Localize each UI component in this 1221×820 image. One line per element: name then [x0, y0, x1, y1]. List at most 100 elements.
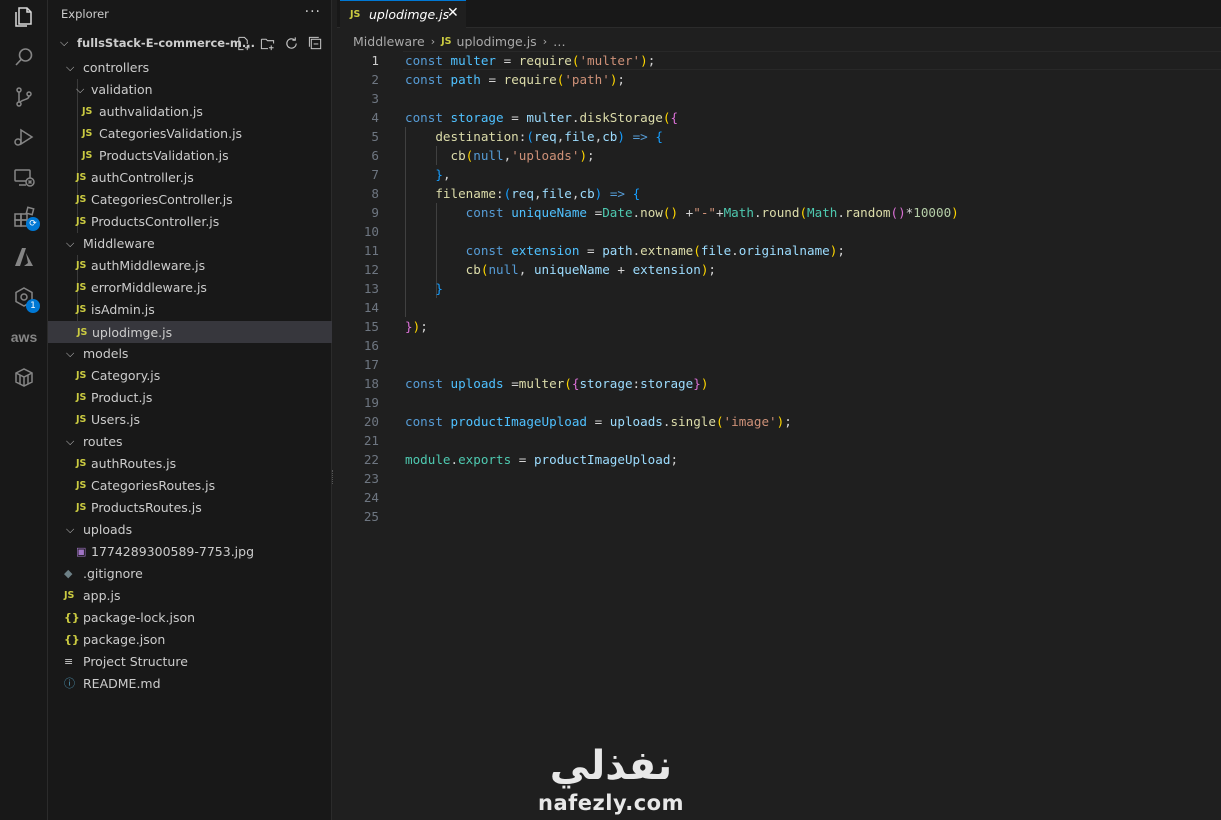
js-file-icon: JS	[82, 128, 93, 139]
code-text: const uniqueName =Date.now() +"-"+Math.r…	[465, 205, 959, 220]
line-number: 18	[363, 376, 379, 391]
breadcrumb-folder[interactable]: Middleware	[353, 34, 425, 49]
code-line[interactable]: 14	[337, 298, 1221, 317]
tree-file[interactable]: JS authvalidation.js	[48, 101, 332, 123]
code-line[interactable]: 12 cb(null, uniqueName + extension);	[337, 260, 1221, 279]
code-line[interactable]: 22 module.exports = productImageUpload;	[337, 450, 1221, 469]
sync-badge: ⟳	[26, 217, 40, 231]
project-folder-header[interactable]: ⌵ fullsStack-E-commerce-m...	[48, 33, 332, 55]
tree-file[interactable]: JS Users.js	[48, 409, 332, 431]
code-line[interactable]: 10	[337, 222, 1221, 241]
js-file-icon: JS	[76, 414, 87, 425]
tree-file[interactable]: ◆ .gitignore	[48, 563, 332, 585]
code-editor[interactable]: 1 const multer = require('multer'); 2 const…	[337, 51, 1221, 526]
tree-file[interactable]: JS CategoriesController.js	[48, 189, 332, 211]
extensions-icon[interactable]: ⟳	[0, 197, 48, 237]
tree-file[interactable]: {} package-lock.json	[48, 607, 332, 629]
code-line[interactable]: 21	[337, 431, 1221, 450]
js-file-icon: JS	[76, 194, 87, 205]
tree-file[interactable]: JS authController.js	[48, 167, 332, 189]
code-line[interactable]: 20 const productImageUpload = uploads.sin…	[337, 412, 1221, 431]
git-file-icon: ◆	[64, 567, 73, 580]
tree-file[interactable]: ⓘ README.md	[48, 673, 332, 695]
explorer-icon[interactable]	[0, 0, 48, 37]
line-number: 16	[363, 338, 379, 353]
code-line[interactable]: 8 filename:(req,file,cb) => {	[337, 184, 1221, 203]
tree-file[interactable]: JS CategoriesRoutes.js	[48, 475, 332, 497]
search-icon[interactable]	[0, 37, 48, 77]
tree-file[interactable]: JS ProductsController.js	[48, 211, 332, 233]
tree-folder[interactable]: ⌵ uploads	[48, 519, 332, 541]
container-icon[interactable]	[0, 357, 48, 397]
js-file-icon: JS	[76, 480, 87, 491]
tab-uplodimge[interactable]: JS uplodimge.js ✕	[340, 0, 466, 28]
extension-badge-icon[interactable]: 1	[0, 277, 48, 317]
tree-folder[interactable]: ⌵ controllers	[48, 57, 332, 79]
source-control-icon[interactable]	[0, 77, 48, 117]
code-text: const productImageUpload = uploads.singl…	[405, 414, 792, 429]
tree-file[interactable]: JS Category.js	[48, 365, 332, 387]
new-file-icon[interactable]	[235, 35, 252, 52]
tree-item-label: authController.js	[91, 170, 194, 185]
tree-file[interactable]: JS uplodimge.js	[48, 321, 332, 343]
line-number: 7	[371, 167, 379, 182]
line-number: 12	[363, 262, 379, 277]
code-line[interactable]: 3	[337, 89, 1221, 108]
tree-file[interactable]: ≡ Project Structure	[48, 651, 332, 673]
tree-file[interactable]: JS authRoutes.js	[48, 453, 332, 475]
new-folder-icon[interactable]	[259, 35, 276, 52]
tree-item-label: uplodimge.js	[92, 325, 173, 340]
code-line[interactable]: 24	[337, 488, 1221, 507]
code-line[interactable]: 18 const uploads =multer({storage:storage…	[337, 374, 1221, 393]
code-line[interactable]: 15});	[337, 317, 1221, 336]
tree-file[interactable]: JS ProductsValidation.js	[48, 145, 332, 167]
line-number: 25	[363, 509, 379, 524]
chevron-down-icon: ⌵	[66, 61, 75, 74]
tree-item-label: ProductsController.js	[91, 214, 220, 229]
code-line[interactable]: 11 const extension = path.extname(file.o…	[337, 241, 1221, 260]
editor-area: JS uplodimge.js ✕ Middleware › JS uplodi…	[337, 0, 1221, 820]
code-line[interactable]: 5 destination:(req,file,cb) => {	[337, 127, 1221, 146]
tree-file[interactable]: JS Product.js	[48, 387, 332, 409]
collapse-all-icon[interactable]	[307, 35, 324, 52]
tree-file[interactable]: JS authMiddleware.js	[48, 255, 332, 277]
tree-file[interactable]: JS ProductsRoutes.js	[48, 497, 332, 519]
line-number: 6	[371, 148, 379, 163]
tree-file[interactable]: JS errorMiddleware.js	[48, 277, 332, 299]
more-actions-icon[interactable]: ···	[305, 4, 321, 20]
code-line[interactable]: 7 },	[337, 165, 1221, 184]
chevron-down-icon: ⌵	[60, 36, 69, 49]
code-line[interactable]: 25	[337, 507, 1221, 526]
sidebar-resize-handle[interactable]	[332, 470, 336, 484]
code-line[interactable]: 9 const uniqueName =Date.now() +"-"+Math…	[337, 203, 1221, 222]
tree-item-label: authvalidation.js	[99, 104, 203, 119]
tree-file[interactable]: JS CategoriesValidation.js	[48, 123, 332, 145]
code-line[interactable]: 6 cb(null,'uploads');	[337, 146, 1221, 165]
tree-folder[interactable]: ⌵ validation	[48, 79, 332, 101]
line-number: 11	[363, 243, 379, 258]
code-line[interactable]: 4 const storage = multer.diskStorage({	[337, 108, 1221, 127]
code-line[interactable]: 2 const path = require('path');	[337, 70, 1221, 89]
tree-folder[interactable]: ⌵ Middleware	[48, 233, 332, 255]
code-line[interactable]: 17	[337, 355, 1221, 374]
tree-file[interactable]: JS app.js	[48, 585, 332, 607]
tree-file[interactable]: JS isAdmin.js	[48, 299, 332, 321]
tree-file[interactable]: {} package.json	[48, 629, 332, 651]
remote-explorer-icon[interactable]	[0, 157, 48, 197]
code-line[interactable]: 19	[337, 393, 1221, 412]
code-line[interactable]: 13 }	[337, 279, 1221, 298]
tree-folder[interactable]: ⌵ models	[48, 343, 332, 365]
breadcrumb-symbols[interactable]: …	[553, 34, 566, 49]
chevron-down-icon: ⌵	[76, 83, 85, 96]
code-line[interactable]: 1 const multer = require('multer');	[337, 51, 1221, 70]
refresh-icon[interactable]	[283, 35, 300, 52]
code-line[interactable]: 23	[337, 469, 1221, 488]
tree-folder[interactable]: ⌵ routes	[48, 431, 332, 453]
azure-icon[interactable]	[0, 237, 48, 277]
breadcrumb-file[interactable]: uplodimge.js	[457, 34, 537, 49]
code-line[interactable]: 16	[337, 336, 1221, 355]
run-debug-icon[interactable]	[0, 117, 48, 157]
close-icon[interactable]: ✕	[447, 5, 459, 21]
tree-file[interactable]: ▣ 1774289300589-7753.jpg	[48, 541, 332, 563]
aws-icon[interactable]: aws	[0, 317, 48, 357]
